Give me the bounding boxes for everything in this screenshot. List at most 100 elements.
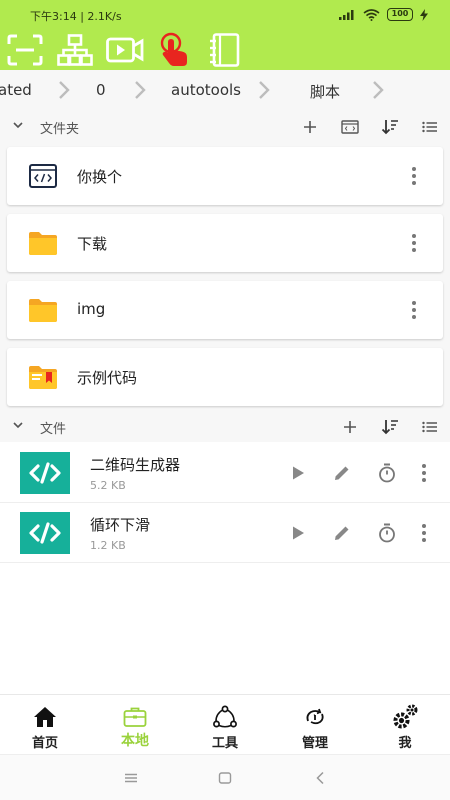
- notebook-button[interactable]: [205, 31, 245, 69]
- share-nodes-icon: [213, 705, 237, 728]
- list-view-button[interactable]: [419, 116, 441, 138]
- folder-name: img: [77, 300, 106, 318]
- sort-icon: [381, 420, 398, 435]
- nav-tab-me[interactable]: 我: [360, 695, 450, 755]
- edit-button[interactable]: [331, 462, 353, 484]
- list-view-button[interactable]: [419, 416, 441, 438]
- plus-icon: [344, 421, 356, 433]
- folder-name: 下载: [77, 235, 108, 253]
- add-file-button[interactable]: [339, 416, 361, 438]
- battery-indicator: 100: [387, 8, 413, 21]
- file-row[interactable]: 二维码生成器 5.2 KB: [0, 443, 450, 503]
- breadcrumb-item[interactable]: ated: [0, 81, 32, 99]
- code-view-button[interactable]: [339, 116, 361, 138]
- toolbar: [0, 30, 450, 70]
- files-section-header: 文件: [0, 410, 450, 442]
- folder-card[interactable]: 示例代码: [7, 348, 443, 406]
- folder-name: 你换个: [77, 168, 123, 186]
- breadcrumb-item[interactable]: 0: [96, 81, 106, 99]
- nav-label: 工具: [211, 736, 238, 751]
- nav-label: 首页: [31, 736, 58, 751]
- script-file-icon: [20, 452, 70, 494]
- status-bar: 下午3:14 | 2.1K/s 100: [0, 0, 450, 30]
- play-icon: [293, 526, 304, 540]
- nav-tab-manage[interactable]: 管理: [270, 695, 360, 755]
- timer-icon: [379, 523, 395, 543]
- more-options-icon[interactable]: [411, 167, 417, 185]
- wifi-icon: [363, 8, 380, 21]
- nav-tab-local[interactable]: 本地: [90, 695, 180, 755]
- nav-tab-home[interactable]: 首页: [0, 695, 90, 755]
- home-icon: [34, 707, 56, 727]
- folder-card[interactable]: 你换个: [7, 147, 443, 205]
- chevron-down-icon[interactable]: [12, 120, 24, 130]
- timer-button[interactable]: [376, 522, 398, 544]
- nav-tab-tools[interactable]: 工具: [180, 695, 270, 755]
- chevron-right-icon: [373, 81, 384, 99]
- files-section-title: 文件: [40, 422, 67, 437]
- record-button[interactable]: [105, 31, 145, 69]
- add-folder-button[interactable]: [299, 116, 321, 138]
- run-button[interactable]: [287, 462, 309, 484]
- menu-button[interactable]: [121, 769, 141, 787]
- sort-files-button[interactable]: [379, 416, 401, 438]
- chevron-down-icon[interactable]: [12, 420, 24, 430]
- sitemap-icon: [57, 34, 93, 66]
- charging-icon: [420, 8, 428, 21]
- status-time-speed: 下午3:14 | 2.1K/s: [30, 10, 122, 23]
- back-chevron-icon: [316, 771, 324, 785]
- pencil-icon: [335, 466, 349, 480]
- more-options-icon[interactable]: [411, 301, 417, 319]
- folders-section-header: 文件夹: [0, 110, 450, 142]
- folders-section-title: 文件夹: [40, 122, 80, 137]
- scan-button[interactable]: [5, 31, 45, 69]
- file-size: 5.2 KB: [90, 479, 126, 492]
- touch-button[interactable]: [155, 31, 195, 69]
- file-name: 二维码生成器: [90, 456, 181, 474]
- pencil-icon: [335, 526, 349, 540]
- more-options-icon[interactable]: [421, 524, 427, 542]
- bookmarked-folder-icon: [29, 366, 57, 389]
- system-navigation-bar: [0, 754, 450, 800]
- script-file-icon: [20, 512, 70, 554]
- folder-list: 你换个 下载 img 示例代码: [0, 142, 450, 410]
- sort-icon: [381, 120, 398, 135]
- chevron-right-icon: [59, 81, 70, 99]
- run-button[interactable]: [287, 522, 309, 544]
- timer-button[interactable]: [376, 462, 398, 484]
- folder-card[interactable]: 下载: [7, 214, 443, 272]
- status-time: 下午3:14: [30, 10, 77, 23]
- touch-icon: [160, 32, 187, 66]
- breadcrumb-item[interactable]: autotools: [171, 81, 241, 99]
- nav-label: 本地: [121, 733, 149, 749]
- folder-card[interactable]: img: [7, 281, 443, 339]
- signal-icon: [339, 10, 354, 20]
- folder-icon: [29, 232, 57, 255]
- notebook-icon: [210, 33, 240, 67]
- file-row[interactable]: 循环下滑 1.2 KB: [0, 503, 450, 563]
- sort-folders-button[interactable]: [379, 116, 401, 138]
- plus-icon: [304, 121, 316, 133]
- back-button[interactable]: [310, 769, 330, 787]
- bottom-navigation: 首页 本地 工具 管理 我: [0, 694, 450, 754]
- briefcase-icon: [123, 707, 147, 727]
- gears-icon: [393, 704, 418, 729]
- edit-button[interactable]: [331, 522, 353, 544]
- app-header: 下午3:14 | 2.1K/s 100: [0, 0, 450, 70]
- play-icon: [293, 466, 304, 480]
- breadcrumb-item[interactable]: 脚本: [310, 81, 340, 102]
- code-window-icon: [29, 164, 57, 188]
- home-button[interactable]: [215, 769, 235, 787]
- chevron-right-icon: [259, 81, 270, 99]
- list-icon: [422, 421, 437, 433]
- timer-icon: [379, 463, 395, 483]
- structure-button[interactable]: [55, 31, 95, 69]
- scan-icon: [7, 34, 43, 66]
- nav-label: 管理: [301, 736, 328, 751]
- more-options-icon[interactable]: [421, 464, 427, 482]
- folder-icon: [29, 299, 57, 322]
- file-name: 循环下滑: [90, 516, 151, 534]
- status-speed: 2.1K/s: [87, 10, 122, 23]
- more-options-icon[interactable]: [411, 234, 417, 252]
- manage-icon: [306, 708, 324, 725]
